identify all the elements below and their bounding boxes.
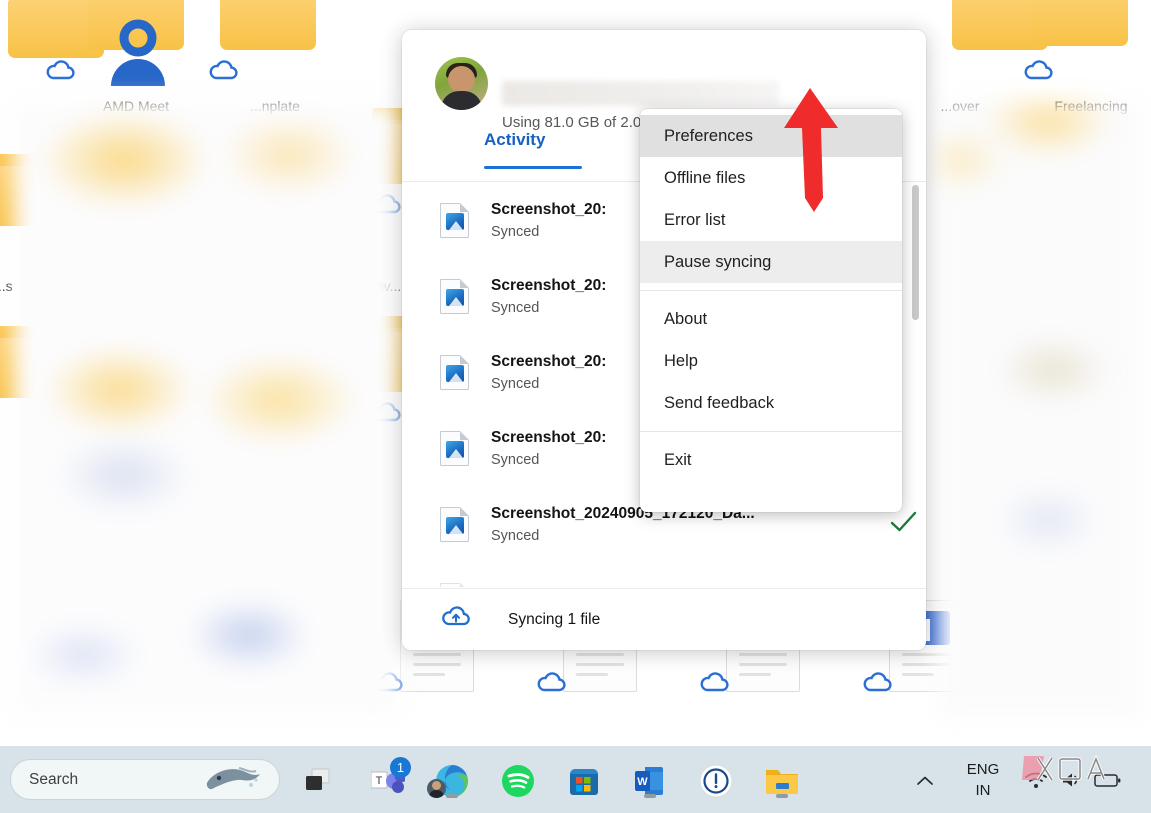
folder-front: [1032, 0, 1128, 46]
stingray-search-illustration: [203, 763, 267, 798]
chevron-up-icon[interactable]: [908, 768, 942, 794]
desktop-folder-icon[interactable]: [220, 0, 316, 52]
menu-separator: [640, 431, 902, 432]
microsoft-word-icon[interactable]: W: [629, 760, 671, 802]
panel-status-bar: Syncing 1 file: [402, 588, 926, 650]
onedrive-cloud-badge: [861, 670, 895, 694]
menu-item-help[interactable]: Help: [640, 340, 902, 382]
contact-person-icon: [104, 18, 172, 93]
system-tray[interactable]: [1024, 764, 1136, 800]
onedrive-cloud-badge: [535, 670, 569, 694]
menu-item-preferences[interactable]: Preferences: [640, 115, 902, 157]
microsoft-teams-icon[interactable]: T 1: [367, 757, 411, 802]
menu-item-about[interactable]: About: [640, 298, 902, 340]
sync-status-text: Syncing 1 file: [508, 610, 601, 628]
microsoft-edge-icon[interactable]: [427, 760, 473, 802]
onepassword-icon[interactable]: [695, 760, 737, 802]
running-indicator-dot: [644, 794, 656, 798]
menu-item-offline-files[interactable]: Offline files: [640, 157, 902, 199]
spotify-icon[interactable]: [497, 760, 539, 802]
account-name-redacted: [502, 81, 779, 106]
onedrive-cloud-badge: [1022, 58, 1056, 82]
avatar-body: [441, 91, 482, 110]
image-file-icon: [440, 354, 469, 390]
microsoft-store-icon[interactable]: [563, 760, 605, 802]
search-input[interactable]: Search: [10, 759, 280, 800]
svg-text:T: T: [376, 775, 383, 787]
battery-icon[interactable]: [1094, 771, 1122, 794]
image-file-icon: [440, 278, 469, 314]
search-placeholder-label: Search: [29, 770, 79, 788]
windows-taskbar: Search T 1 W ENG IN: [0, 746, 1151, 813]
image-file-icon: [440, 430, 469, 466]
edge-profile-avatar: [427, 779, 446, 798]
menu-item-send-feedback[interactable]: Send feedback: [640, 382, 902, 424]
svg-text:W: W: [637, 776, 648, 788]
image-file-icon: [440, 506, 469, 542]
image-file-icon: [440, 202, 469, 238]
menu-item-error-list[interactable]: Error list: [640, 199, 902, 241]
cloud-upload-icon: [440, 605, 472, 634]
running-indicator-dot: [446, 794, 458, 798]
image-file-icon: [440, 582, 469, 587]
blurred-desktop-region-right: [938, 100, 1141, 718]
tab-activity[interactable]: Activity: [484, 130, 545, 150]
wifi-icon[interactable]: [1024, 770, 1048, 795]
volume-icon[interactable]: [1060, 770, 1082, 795]
onedrive-cloud-badge: [698, 670, 732, 694]
onedrive-cloud-badge: [44, 58, 78, 82]
blurred-desktop-region-left: [14, 100, 400, 718]
user-avatar[interactable]: [435, 57, 488, 110]
teams-badge-count: 1: [390, 757, 411, 778]
task-view-icon[interactable]: [297, 760, 339, 802]
file-list-scrollbar[interactable]: [912, 185, 919, 320]
language-line-1: ENG: [966, 761, 1000, 778]
menu-item-pause-syncing[interactable]: Pause syncing: [640, 241, 902, 283]
sync-check-icon: [880, 511, 926, 538]
tab-active-indicator: [484, 166, 582, 169]
menu-separator: [640, 290, 902, 291]
language-indicator[interactable]: ENG IN: [960, 759, 1006, 801]
onedrive-settings-context-menu: Preferences Offline files Error list Pau…: [640, 109, 902, 512]
running-indicator-dot: [776, 794, 788, 798]
avatar-face: [448, 66, 475, 93]
folder-front: [220, 0, 316, 50]
list-item[interactable]: [402, 562, 926, 587]
onedrive-cloud-badge: [207, 58, 241, 82]
file-explorer-icon[interactable]: [761, 760, 803, 802]
language-line-2: IN: [975, 782, 991, 799]
desktop-folder-icon[interactable]: [1032, 0, 1128, 48]
menu-item-exit[interactable]: Exit: [640, 439, 902, 481]
file-status: Synced: [491, 527, 540, 544]
